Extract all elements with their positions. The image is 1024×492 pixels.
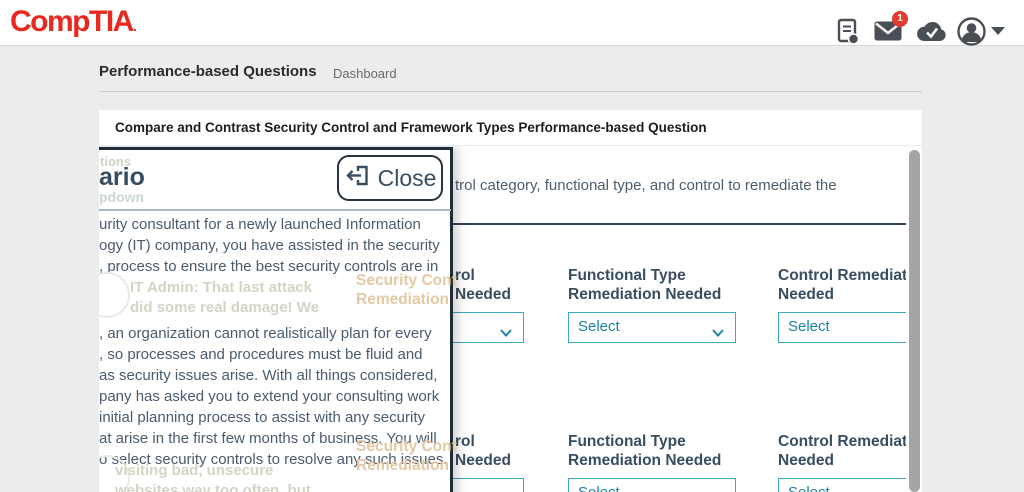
ghost-label-text: Security Cont Remediation [356, 437, 457, 475]
logo-reg-mark: . [133, 18, 135, 34]
question-panel: Compare and Contrast Security Control an… [99, 110, 922, 492]
logo-text: CompTIA [10, 5, 133, 38]
close-button[interactable]: Close [337, 155, 443, 201]
top-header-bar: CompTIA. 1 [0, 0, 1024, 46]
functional-type-select-row2[interactable]: Select [568, 478, 736, 492]
mail-unread-badge: 1 [892, 11, 908, 27]
cloud-sync-icon[interactable] [916, 21, 948, 47]
scenario-text-line: initial planning process to assist with … [99, 409, 425, 426]
instruction-text-fragment: trol category, functional type, and cont… [455, 177, 837, 194]
user-avatar-icon[interactable] [956, 16, 987, 52]
scenario-text-line: , so processes and procedures must be fl… [99, 346, 423, 363]
ghost-label-text: Security Cont Remediation [356, 271, 457, 309]
security-control-label-fragment-row1: rol Needed [455, 266, 511, 304]
functional-type-label-row2: Functional Type Remediation Needed [568, 432, 721, 470]
control-remediation-label-row2: Control Remediation Needed [778, 432, 906, 470]
close-exit-icon [344, 162, 371, 194]
functional-type-label-row1: Functional Type Remediation Needed [568, 266, 721, 304]
account-menu-caret-icon[interactable] [991, 27, 1005, 35]
chevron-down-icon [712, 324, 724, 342]
notes-icon[interactable] [837, 18, 860, 50]
comptia-logo[interactable]: CompTIA. [10, 5, 135, 39]
chevron-down-icon [500, 324, 512, 342]
scenario-text-line: , an organization cannot realistically p… [99, 325, 432, 342]
scenario-text-line: urity consultant for a newly launched In… [99, 216, 421, 233]
scenario-heading-fragment: ario [99, 163, 145, 192]
functional-type-select-row1[interactable]: Select [568, 312, 736, 343]
control-remediation-label-row1: Control Remediation Needed [778, 266, 906, 304]
page-title: Performance-based Questions [99, 63, 317, 80]
ghost-chat-text: visiting bad, unsecure websites way too … [115, 461, 311, 492]
scenario-text-line: as security issues arise. With all thing… [99, 367, 437, 384]
close-button-label: Close [378, 165, 437, 192]
breadcrumb-dashboard-link[interactable]: Dashboard [333, 66, 397, 81]
modal-header-divider [99, 209, 451, 211]
question-panel-title: Compare and Contrast Security Control an… [115, 120, 707, 135]
security-control-label-fragment-row2: rol Needed [455, 432, 511, 470]
scenario-text-line: pany has asked you to extend your consul… [99, 388, 439, 405]
control-remediation-select-row2[interactable]: Select [778, 478, 906, 492]
ghost-chat-text: IT Admin: That last attack did some real… [130, 278, 319, 318]
scenario-modal: tions ario pdown Close urity consu [99, 147, 453, 492]
ghost-avatar-circle [99, 272, 130, 318]
control-remediation-select-row1[interactable]: Select [778, 312, 906, 343]
question-panel-titlebar: Compare and Contrast Security Control an… [99, 110, 922, 146]
scrollbar-thumb[interactable] [909, 150, 920, 492]
ghost-dropdown-fragment: pdown [99, 189, 144, 205]
page: CompTIA. 1 [0, 0, 1024, 492]
question-panel-content: trol category, functional type, and cont… [99, 146, 906, 492]
scenario-text-line: ogy (IT) company, you have assisted in t… [99, 237, 440, 254]
breadcrumb-divider [99, 91, 922, 92]
